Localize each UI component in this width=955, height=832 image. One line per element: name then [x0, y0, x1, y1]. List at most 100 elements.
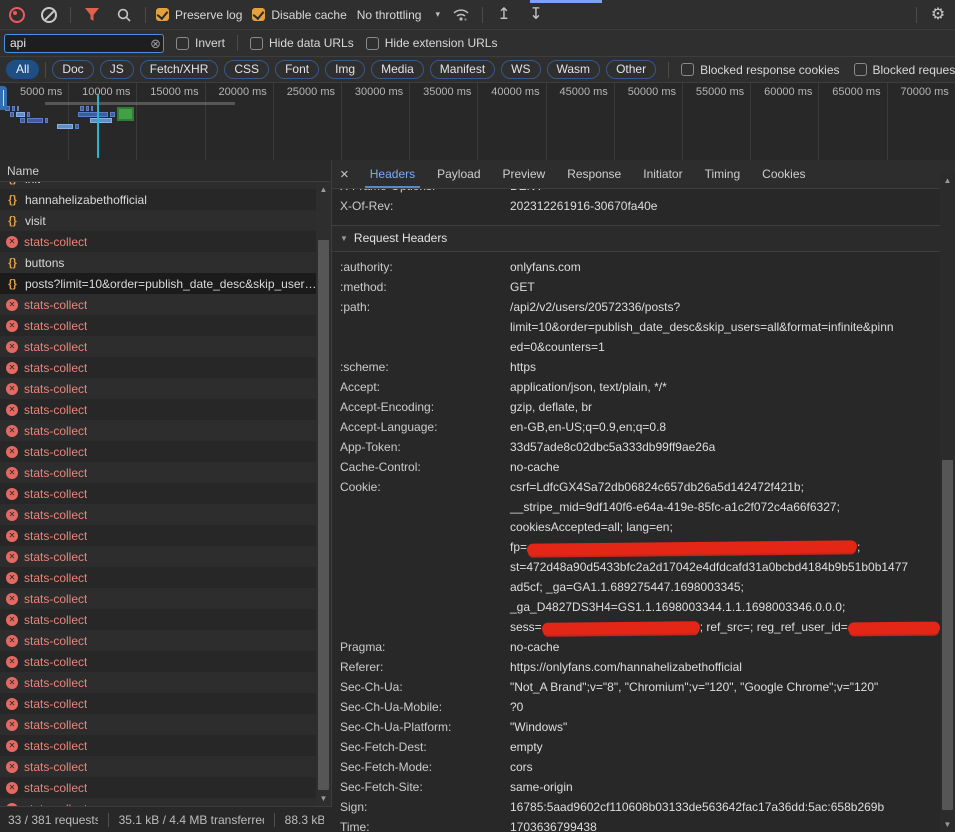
- tab-preview[interactable]: Preview: [494, 160, 555, 188]
- request-row[interactable]: ✕stats-collect: [0, 588, 331, 609]
- headers-content: X-Frame-Options: DENY X-Of-Rev: 20231226…: [332, 189, 941, 832]
- details-scrollbar[interactable]: ▲ ▼: [940, 172, 955, 832]
- throttling-dropdown[interactable]: No throttling ▾: [357, 8, 440, 22]
- request-row[interactable]: ✕stats-collect: [0, 777, 331, 798]
- overview-document-bar: [45, 102, 235, 105]
- request-row[interactable]: {}visit: [0, 210, 331, 231]
- type-filter-chip-fetch-xhr[interactable]: Fetch/XHR: [140, 60, 219, 79]
- hide-extension-urls-checkbox[interactable]: Hide extension URLs: [366, 36, 498, 50]
- type-filter-chip-font[interactable]: Font: [275, 60, 319, 79]
- tab-response[interactable]: Response: [558, 160, 630, 188]
- scrollbar-thumb[interactable]: [942, 460, 953, 810]
- request-row[interactable]: ✕stats-collect: [0, 651, 331, 672]
- hide-data-urls-checkbox[interactable]: Hide data URLs: [250, 36, 354, 50]
- type-filter-chip-manifest[interactable]: Manifest: [430, 60, 495, 79]
- request-row[interactable]: ✕stats-collect: [0, 525, 331, 546]
- header-row: Sec-Ch-Ua:"Not_A Brand";v="8", "Chromium…: [332, 677, 941, 697]
- type-filter-chip-other[interactable]: Other: [606, 60, 656, 79]
- preserve-log-checkbox[interactable]: Preserve log: [156, 8, 242, 22]
- import-har-icon[interactable]: ↥: [493, 4, 515, 26]
- request-name: stats-collect: [24, 781, 87, 795]
- request-row[interactable]: ✕stats-collect: [0, 756, 331, 777]
- request-row[interactable]: ✕stats-collect: [0, 693, 331, 714]
- blocked-requests-checkbox[interactable]: Blocked requests: [854, 63, 955, 77]
- request-row[interactable]: ✕stats-collect: [0, 735, 331, 756]
- network-conditions-wifi-icon[interactable]: [450, 4, 472, 26]
- request-row[interactable]: ✕stats-collect: [0, 420, 331, 441]
- request-row[interactable]: ✕stats-collect: [0, 504, 331, 525]
- clear-filter-icon[interactable]: ⊗: [150, 36, 161, 52]
- timeline-tick-label: 65000 ms: [817, 86, 881, 98]
- error-status-icon: ✕: [6, 488, 18, 500]
- request-list-scrollbar[interactable]: ▲ ▼: [316, 183, 331, 806]
- header-value: https://onlyfans.com/hannahelizabethoffi…: [510, 657, 941, 677]
- filter-icon[interactable]: [81, 4, 103, 26]
- section-title: Request Headers: [354, 226, 447, 251]
- search-icon[interactable]: [113, 4, 135, 26]
- type-filter-chip-js[interactable]: JS: [100, 60, 134, 79]
- request-row[interactable]: ✕stats-collect: [0, 483, 331, 504]
- request-row[interactable]: {}init: [0, 182, 331, 189]
- scroll-up-icon[interactable]: ▲: [940, 174, 955, 188]
- scrollbar-thumb[interactable]: [318, 240, 329, 790]
- request-row[interactable]: ✕stats-collect: [0, 357, 331, 378]
- close-icon[interactable]: ×: [340, 166, 349, 183]
- error-status-icon: ✕: [6, 467, 18, 479]
- blocked-response-cookies-checkbox[interactable]: Blocked response cookies: [681, 63, 839, 77]
- overview-request-bar: [91, 106, 93, 111]
- scroll-up-icon[interactable]: ▲: [316, 183, 331, 197]
- overview-selection-handle[interactable]: [0, 86, 7, 110]
- invert-checkbox[interactable]: Invert: [176, 36, 225, 50]
- header-name: App-Token:: [332, 437, 510, 457]
- type-filter-chip-all[interactable]: All: [6, 60, 39, 79]
- filter-input[interactable]: [4, 34, 164, 53]
- request-row[interactable]: ✕stats-collect: [0, 399, 331, 420]
- request-row[interactable]: ✕stats-collect: [0, 609, 331, 630]
- chip-divider: [45, 62, 46, 78]
- request-row[interactable]: ✕stats-collect: [0, 798, 331, 806]
- scroll-down-icon[interactable]: ▼: [940, 818, 955, 832]
- tab-payload[interactable]: Payload: [428, 160, 489, 188]
- request-row[interactable]: ✕stats-collect: [0, 378, 331, 399]
- name-column-header[interactable]: Name: [0, 160, 331, 182]
- request-row[interactable]: {}buttons: [0, 252, 331, 273]
- tab-headers[interactable]: Headers: [361, 160, 424, 188]
- network-overview-timeline[interactable]: 5000 ms10000 ms15000 ms20000 ms25000 ms3…: [0, 83, 955, 161]
- type-filter-chip-css[interactable]: CSS: [224, 60, 269, 79]
- type-filter-chip-media[interactable]: Media: [371, 60, 424, 79]
- clear-network-log-icon[interactable]: [38, 4, 60, 26]
- tab-timing[interactable]: Timing: [696, 160, 750, 188]
- record-icon[interactable]: [6, 4, 28, 26]
- request-row[interactable]: ✕stats-collect: [0, 630, 331, 651]
- request-row[interactable]: ✕stats-collect: [0, 336, 331, 357]
- request-row[interactable]: ✕stats-collect: [0, 567, 331, 588]
- request-row[interactable]: ✕stats-collect: [0, 672, 331, 693]
- type-filter-chip-ws[interactable]: WS: [501, 60, 540, 79]
- request-row[interactable]: ✕stats-collect: [0, 315, 331, 336]
- request-row[interactable]: ✕stats-collect: [0, 546, 331, 567]
- export-har-icon[interactable]: ↧: [525, 4, 547, 26]
- header-name: Sec-Ch-Ua-Mobile:: [332, 697, 510, 717]
- header-row: Sec-Fetch-Dest:empty: [332, 737, 941, 757]
- request-row[interactable]: {}posts?limit=10&order=publish_date_desc…: [0, 273, 331, 294]
- scroll-down-icon[interactable]: ▼: [316, 792, 331, 806]
- tab-initiator[interactable]: Initiator: [634, 160, 691, 188]
- request-row[interactable]: ✕stats-collect: [0, 441, 331, 462]
- request-headers-section-toggle[interactable]: ▼ Request Headers: [332, 225, 941, 252]
- filter-input-wrap: ⊗: [4, 34, 164, 53]
- header-value: gzip, deflate, br: [510, 397, 941, 417]
- gear-icon[interactable]: ⚙: [927, 4, 949, 26]
- page-loading-progress-strip: [530, 0, 602, 3]
- type-filter-chip-doc[interactable]: Doc: [52, 60, 93, 79]
- disable-cache-checkbox[interactable]: Disable cache: [252, 8, 346, 22]
- request-row[interactable]: ✕stats-collect: [0, 462, 331, 483]
- request-row[interactable]: ✕stats-collect: [0, 294, 331, 315]
- tab-cookies[interactable]: Cookies: [753, 160, 814, 188]
- type-filter-chip-wasm[interactable]: Wasm: [547, 60, 601, 79]
- request-name: stats-collect: [24, 592, 87, 606]
- request-row[interactable]: {}hannahelizabethofficial: [0, 189, 331, 210]
- request-row[interactable]: ✕stats-collect: [0, 714, 331, 735]
- error-status-icon: ✕: [6, 614, 18, 626]
- type-filter-chip-img[interactable]: Img: [325, 60, 365, 79]
- request-row[interactable]: ✕stats-collect: [0, 231, 331, 252]
